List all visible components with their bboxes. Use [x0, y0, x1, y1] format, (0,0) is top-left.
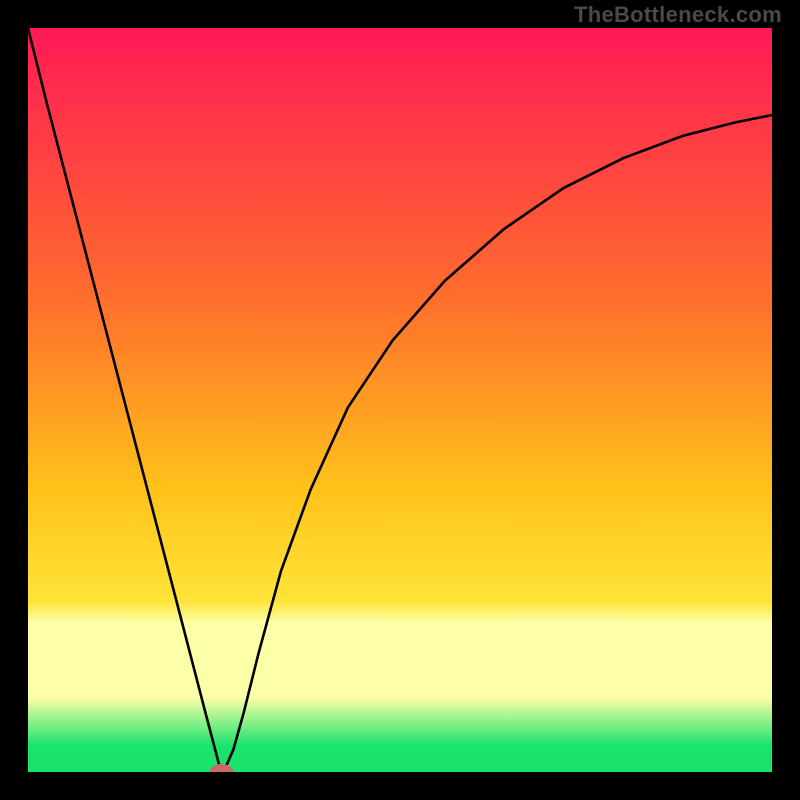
- plot-area: [28, 28, 772, 772]
- attribution-text: TheBottleneck.com: [574, 2, 782, 28]
- minimum-marker: [210, 764, 234, 772]
- bottleneck-curve: [28, 28, 772, 768]
- chart-canvas: [28, 28, 772, 772]
- chart-container: TheBottleneck.com: [0, 0, 800, 800]
